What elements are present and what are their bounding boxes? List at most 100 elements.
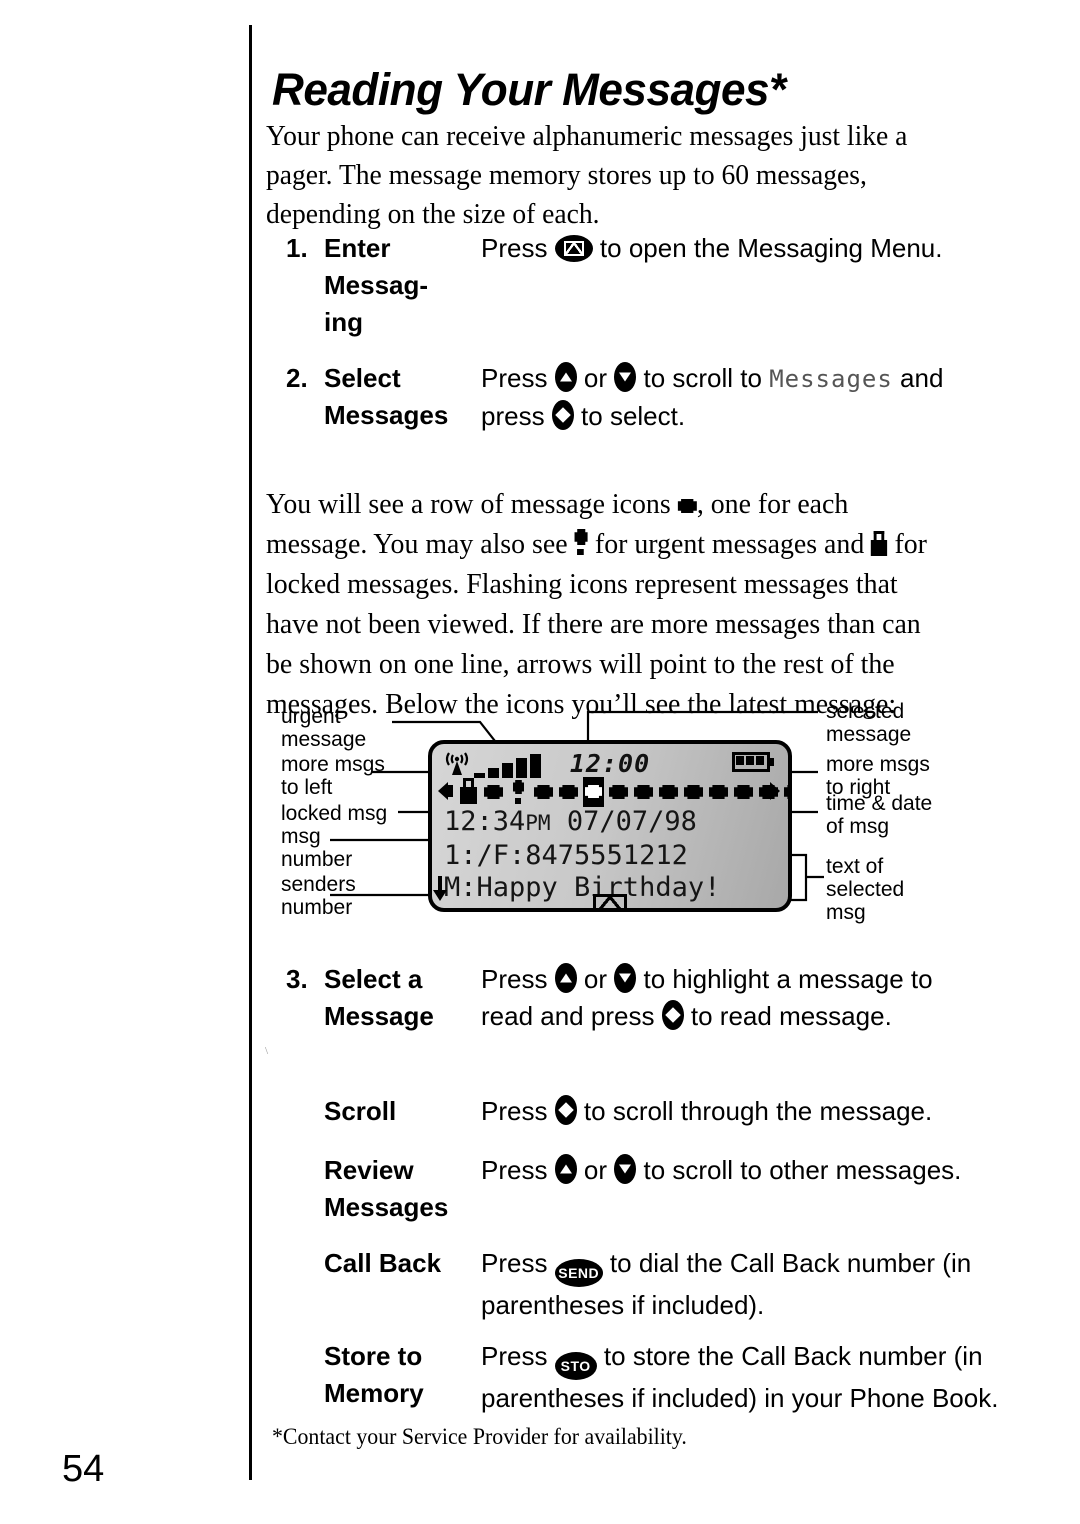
action-scroll-term: Scroll xyxy=(324,1093,476,1130)
lcd-icon-message[interactable] xyxy=(758,777,779,807)
action-scroll-description: Press to scroll through the message. xyxy=(481,1093,951,1130)
action-scroll-press-label: Press xyxy=(481,1096,555,1126)
nav-select-key-icon[interactable] xyxy=(551,400,574,430)
lcd-icon-message[interactable] xyxy=(558,777,579,807)
step-2-scrollto-label: to scroll to xyxy=(636,363,770,393)
step-3-read-label: read and press xyxy=(481,1001,662,1031)
lcd-icon-message[interactable] xyxy=(633,777,654,807)
action-review-term-line-1: Review xyxy=(324,1155,414,1185)
step-3-number: 3. xyxy=(286,964,308,994)
manual-page: Reading Your Messages* Your phone can re… xyxy=(0,0,1080,1524)
nav-up-key-icon[interactable] xyxy=(554,362,577,392)
lcd-icon-message[interactable] xyxy=(783,777,788,807)
nav-down-key-icon[interactable] xyxy=(614,963,637,993)
step-2-select-label: to select. xyxy=(573,401,686,431)
nav-select-key-icon[interactable] xyxy=(661,1000,684,1030)
envelope-key-icon[interactable] xyxy=(554,235,593,262)
nav-down-key-icon[interactable] xyxy=(614,362,637,392)
lcd-icon-message[interactable] xyxy=(608,777,629,807)
action-review-term: Review Messages xyxy=(324,1152,476,1226)
lcd-icon-message[interactable] xyxy=(533,777,554,807)
callout-senders-number: senders number xyxy=(281,873,356,919)
action-callback-term-line-1: Call Back xyxy=(324,1248,442,1278)
lcd-icon-urgent[interactable] xyxy=(508,777,529,807)
action-scroll-term-line-1: Scroll xyxy=(324,1096,397,1126)
step-2-term-line-2: Messages xyxy=(324,400,449,430)
action-store-term-line-1: Store to xyxy=(324,1341,423,1371)
more-msgs-left-arrow-stem xyxy=(448,785,453,797)
lcd-line-time-date: 12:34PM 07/07/98 xyxy=(444,806,697,837)
action-callback-desc-line-2: parentheses if included). xyxy=(481,1290,765,1320)
step-2-term: Select Messages xyxy=(324,360,476,434)
lcd-icon-message[interactable] xyxy=(658,777,679,807)
step-2-or-label: or xyxy=(576,363,615,393)
step-2-number: 2. xyxy=(286,363,308,393)
lcd-icon-message[interactable] xyxy=(683,777,704,807)
more-msgs-left-arrow-icon xyxy=(438,782,448,800)
page-vertical-rule xyxy=(249,25,252,1480)
action-callback-description: Press SEND to dial the Call Back number … xyxy=(481,1245,971,1324)
lcd-msg-ampm: PM xyxy=(525,811,551,835)
step-3-desc-line-2: read and press to read message. xyxy=(481,998,951,1035)
menu-item-messages: Messages xyxy=(769,365,893,393)
step-2-and-label: and xyxy=(892,363,944,393)
action-callback-tail-label: to dial the Call Back number (in xyxy=(602,1248,972,1278)
callout-more-msgs-left: more msgs to left xyxy=(281,753,385,799)
step-3-desc-line-1: Press or to highlight a message to xyxy=(481,961,951,998)
action-store-term: Store to Memory xyxy=(324,1338,476,1412)
lcd-icon-message[interactable] xyxy=(733,777,754,807)
step-1-term: Enter Messag- ing xyxy=(324,230,476,341)
step-2-press2-label: press xyxy=(481,401,552,431)
action-callback-term: Call Back xyxy=(324,1245,476,1282)
action-store-term-line-2: Memory xyxy=(324,1378,424,1408)
locked-message-icon xyxy=(871,531,888,556)
body-part-1: You will see a row of message icons xyxy=(266,488,678,520)
nav-select-key-icon[interactable] xyxy=(554,1095,577,1125)
signal-strength-bars xyxy=(474,754,541,778)
callout-time-date-of-msg: time & date of msg xyxy=(826,792,933,838)
action-review-or-label: or xyxy=(576,1155,615,1185)
action-review-term-line-2: Messages xyxy=(324,1192,449,1222)
more-msgs-right-arrow-stem xyxy=(765,785,770,797)
step-1-term-line-2: Messag- xyxy=(324,270,429,300)
scan-artifact: \ xyxy=(265,1045,269,1057)
callout-text-of-selected: text of selected msg xyxy=(826,855,905,924)
nav-down-key-icon[interactable] xyxy=(614,1154,637,1184)
page-number: 54 xyxy=(62,1448,105,1490)
body-part-3: for urgent messages and xyxy=(587,528,872,560)
callout-locked-msg: locked msg xyxy=(281,802,388,825)
callout-msg-number: msg number xyxy=(281,825,353,871)
step-2-term-line-1: Select xyxy=(324,363,401,393)
step-1-number: 1. xyxy=(286,233,308,263)
nav-up-key-icon[interactable] xyxy=(554,1154,577,1184)
action-scroll-tail-label: to scroll through the message. xyxy=(576,1096,933,1126)
lcd-msg-date: 07/07/98 xyxy=(550,806,697,837)
battery-icon xyxy=(732,752,774,772)
lcd-envelope-indicator-icon xyxy=(593,894,627,908)
step-1-press-label: Press xyxy=(481,233,555,263)
step-2-press-label: Press xyxy=(481,363,555,393)
lcd-icon-locked[interactable] xyxy=(458,777,479,807)
lcd-message-icons xyxy=(458,777,788,807)
action-store-press-label: Press xyxy=(481,1341,555,1371)
step-2-desc-line-2: press to select. xyxy=(481,398,951,435)
step-2-desc-line-1: Press or to scroll to Messages and xyxy=(481,360,951,398)
step-3-term-line-2: Message xyxy=(324,1001,434,1031)
action-store-desc-line-2: parentheses if included) in your Phone B… xyxy=(481,1383,999,1413)
step-3-readmsg-label: to read message. xyxy=(683,1001,892,1031)
lcd-icon-message[interactable] xyxy=(708,777,729,807)
sto-key-icon[interactable]: STO xyxy=(554,1352,597,1380)
nav-up-key-icon[interactable] xyxy=(554,963,577,993)
lcd-icon-message[interactable] xyxy=(483,777,504,807)
message-icon xyxy=(678,496,697,516)
send-key-icon[interactable]: SEND xyxy=(554,1259,603,1287)
step-3-term-line-1: Select a xyxy=(324,964,423,994)
signal-antenna-icon xyxy=(445,752,469,775)
action-review-desc-line-1: Press or to scroll to other messages. xyxy=(481,1152,961,1189)
lcd-icon-selected-message[interactable] xyxy=(583,777,604,807)
action-review-press-label: Press xyxy=(481,1155,555,1185)
action-review-description: Press or to scroll to other messages. xyxy=(481,1152,961,1189)
intro-paragraph: Your phone can receive alphanumeric mess… xyxy=(266,120,908,230)
action-callback-desc-line-1: Press SEND to dial the Call Back number … xyxy=(481,1245,971,1287)
callout-more-msgs-right: more msgs to right xyxy=(826,753,930,799)
